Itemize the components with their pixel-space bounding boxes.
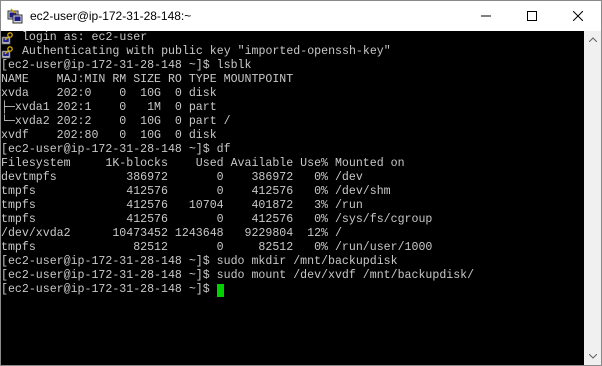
close-button[interactable]	[555, 1, 601, 31]
terminal-line-text: devtmpfs 386972 0 386972 0% /dev	[1, 171, 363, 184]
terminal-line-text: NAME MAJ:MIN RM SIZE RO TYPE MOUNTPOINT	[1, 73, 294, 86]
terminal-line: Filesystem 1K-blocks Used Available Use%…	[1, 157, 584, 171]
terminal-line-text: login as: ec2-user	[15, 31, 148, 44]
terminal-output[interactable]: login as: ec2-user Authenticating with p…	[1, 31, 584, 365]
terminal-line: NAME MAJ:MIN RM SIZE RO TYPE MOUNTPOINT	[1, 73, 584, 87]
putty-app-icon[interactable]	[7, 8, 23, 24]
maximize-icon	[527, 11, 537, 21]
terminal-line: [ec2-user@ip-172-31-28-148 ~]$ sudo moun…	[1, 269, 584, 283]
terminal-line: [ec2-user@ip-172-31-28-148 ~]$ lsblk	[1, 59, 584, 73]
terminal-line: login as: ec2-user	[1, 31, 584, 45]
terminal-line: xvdf 202:80 0 10G 0 disk	[1, 129, 584, 143]
terminal-line-text: tmpfs 412576 10704 401872 3% /run	[1, 199, 363, 212]
terminal-cursor	[216, 283, 224, 297]
terminal-line: tmpfs 412576 10704 401872 3% /run	[1, 199, 584, 213]
terminal-line-text: ├─xvda1 202:1 0 1M 0 part	[1, 101, 217, 114]
terminal-line-text: [ec2-user@ip-172-31-28-148 ~]$ df	[1, 143, 231, 156]
terminal-line-text: [ec2-user@ip-172-31-28-148 ~]$ sudo moun…	[1, 269, 475, 282]
terminal-line-text: Filesystem 1K-blocks Used Available Use%…	[1, 157, 405, 170]
terminal-line-text: tmpfs 82512 0 82512 0% /run/user/1000	[1, 241, 433, 254]
terminal-line: /dev/xvda2 10473452 1243648 9229804 12% …	[1, 227, 584, 241]
terminal-line-text: /dev/xvda2 10473452 1243648 9229804 12% …	[1, 227, 342, 240]
minimize-icon	[481, 15, 491, 17]
putty-key-icon	[1, 31, 13, 44]
terminal-line-text: └─xvda2 202:2 0 10G 0 part /	[1, 115, 231, 128]
terminal-line: tmpfs 412576 0 412576 0% /sys/fs/cgroup	[1, 213, 584, 227]
terminal-line: devtmpfs 386972 0 386972 0% /dev	[1, 171, 584, 185]
terminal-line: xvda 202:0 0 10G 0 disk	[1, 87, 584, 101]
maximize-button[interactable]	[509, 1, 555, 31]
terminal-line: Authenticating with public key "imported…	[1, 45, 584, 59]
terminal-line-text: [ec2-user@ip-172-31-28-148 ~]$	[1, 283, 217, 296]
title-bar[interactable]: ec2-user@ip-172-31-28-148:~	[1, 1, 601, 31]
terminal-line: [ec2-user@ip-172-31-28-148 ~]$ df	[1, 143, 584, 157]
terminal-line-text: [ec2-user@ip-172-31-28-148 ~]$ sudo mkdi…	[1, 255, 398, 268]
terminal-line: tmpfs 412576 0 412576 0% /dev/shm	[1, 185, 584, 199]
close-icon	[573, 11, 583, 21]
scroll-down-button[interactable]	[584, 348, 601, 365]
terminal-line: └─xvda2 202:2 0 10G 0 part /	[1, 115, 584, 129]
terminal-line: [ec2-user@ip-172-31-28-148 ~]$	[1, 283, 584, 297]
scroll-up-icon	[588, 37, 597, 42]
terminal-line-text: Authenticating with public key "imported…	[15, 45, 391, 58]
terminal-line: tmpfs 82512 0 82512 0% /run/user/1000	[1, 241, 584, 255]
terminal-line-text: xvdf 202:80 0 10G 0 disk	[1, 129, 217, 142]
terminal-line: ├─xvda1 202:1 0 1M 0 part	[1, 101, 584, 115]
scroll-up-button[interactable]	[584, 31, 601, 48]
terminal-line-text: xvda 202:0 0 10G 0 disk	[1, 87, 217, 100]
putty-terminal-window: ec2-user@ip-172-31-28-148:~ login as: ec…	[0, 0, 602, 366]
scroll-down-icon	[588, 354, 597, 359]
vertical-scrollbar[interactable]	[584, 31, 601, 365]
terminal-line-text: [ec2-user@ip-172-31-28-148 ~]$ lsblk	[1, 59, 252, 72]
terminal-line-text: tmpfs 412576 0 412576 0% /dev/shm	[1, 185, 391, 198]
terminal-line: [ec2-user@ip-172-31-28-148 ~]$ sudo mkdi…	[1, 255, 584, 269]
window-title: ec2-user@ip-172-31-28-148:~	[30, 9, 192, 23]
minimize-button[interactable]	[463, 1, 509, 31]
window-controls	[463, 1, 601, 31]
terminal-line-text: tmpfs 412576 0 412576 0% /sys/fs/cgroup	[1, 213, 433, 226]
scrollbar-track[interactable]	[584, 48, 601, 348]
putty-key-icon	[1, 45, 13, 58]
